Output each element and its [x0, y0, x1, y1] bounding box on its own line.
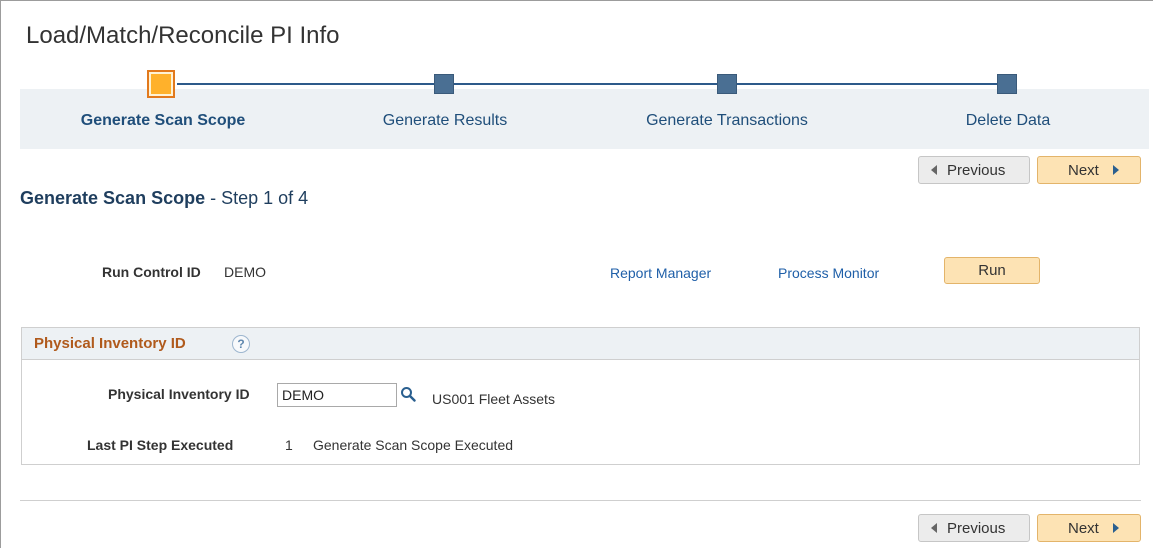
step-train: Generate Scan Scope Generate Results Gen…: [20, 70, 1149, 150]
step-label-generate-results[interactable]: Generate Results: [383, 112, 508, 130]
next-button-label: Next: [1068, 519, 1099, 537]
help-icon[interactable]: ?: [232, 335, 250, 353]
step-heading: Generate Scan Scope - Step 1 of 4: [20, 188, 308, 209]
physical-inventory-id-input[interactable]: [277, 383, 397, 407]
next-button-label: Next: [1068, 161, 1099, 179]
step-label-generate-transactions[interactable]: Generate Transactions: [646, 112, 808, 130]
chevron-right-icon: [1112, 523, 1119, 533]
step-node-generate-results[interactable]: [434, 74, 454, 94]
group-title: Physical Inventory ID: [34, 335, 186, 352]
step-node-generate-transactions[interactable]: [717, 74, 737, 94]
chevron-right-icon: [1112, 165, 1119, 175]
step-node-generate-scan-scope[interactable]: [147, 70, 175, 98]
step-label-generate-scan-scope[interactable]: Generate Scan Scope: [81, 112, 246, 130]
last-pi-step-label: Last PI Step Executed: [87, 437, 234, 453]
group-header: Physical Inventory ID ?: [22, 328, 1139, 360]
report-manager-link[interactable]: Report Manager: [610, 265, 711, 281]
run-button[interactable]: Run: [944, 257, 1040, 284]
chevron-left-icon: [931, 165, 937, 175]
next-button-top[interactable]: Next: [1037, 156, 1141, 184]
last-pi-step-description: Generate Scan Scope Executed: [313, 437, 514, 453]
section-divider: [20, 500, 1141, 501]
physical-inventory-id-label: Physical Inventory ID: [108, 386, 250, 402]
step-label-delete-data[interactable]: Delete Data: [966, 112, 1051, 130]
previous-button-top[interactable]: Previous: [918, 156, 1030, 184]
run-control-id-label: Run Control ID: [102, 264, 201, 280]
physical-inventory-description: US001 Fleet Assets: [432, 391, 555, 407]
run-control-id-value: DEMO: [224, 264, 266, 280]
previous-button-label: Previous: [947, 161, 1006, 179]
step-heading-title: Generate Scan Scope: [20, 188, 206, 208]
previous-button-label: Previous: [947, 519, 1006, 537]
next-button-bottom[interactable]: Next: [1037, 514, 1141, 542]
page-title: Load/Match/Reconcile PI Info: [26, 22, 340, 49]
step-node-delete-data[interactable]: [997, 74, 1017, 94]
search-icon[interactable]: [400, 386, 416, 402]
process-monitor-link[interactable]: Process Monitor: [778, 265, 879, 281]
last-pi-step-number: 1: [285, 437, 293, 453]
step-train-line: [177, 83, 1013, 85]
chevron-left-icon: [931, 523, 937, 533]
step-heading-suffix: - Step 1 of 4: [205, 188, 309, 208]
previous-button-bottom[interactable]: Previous: [918, 514, 1030, 542]
